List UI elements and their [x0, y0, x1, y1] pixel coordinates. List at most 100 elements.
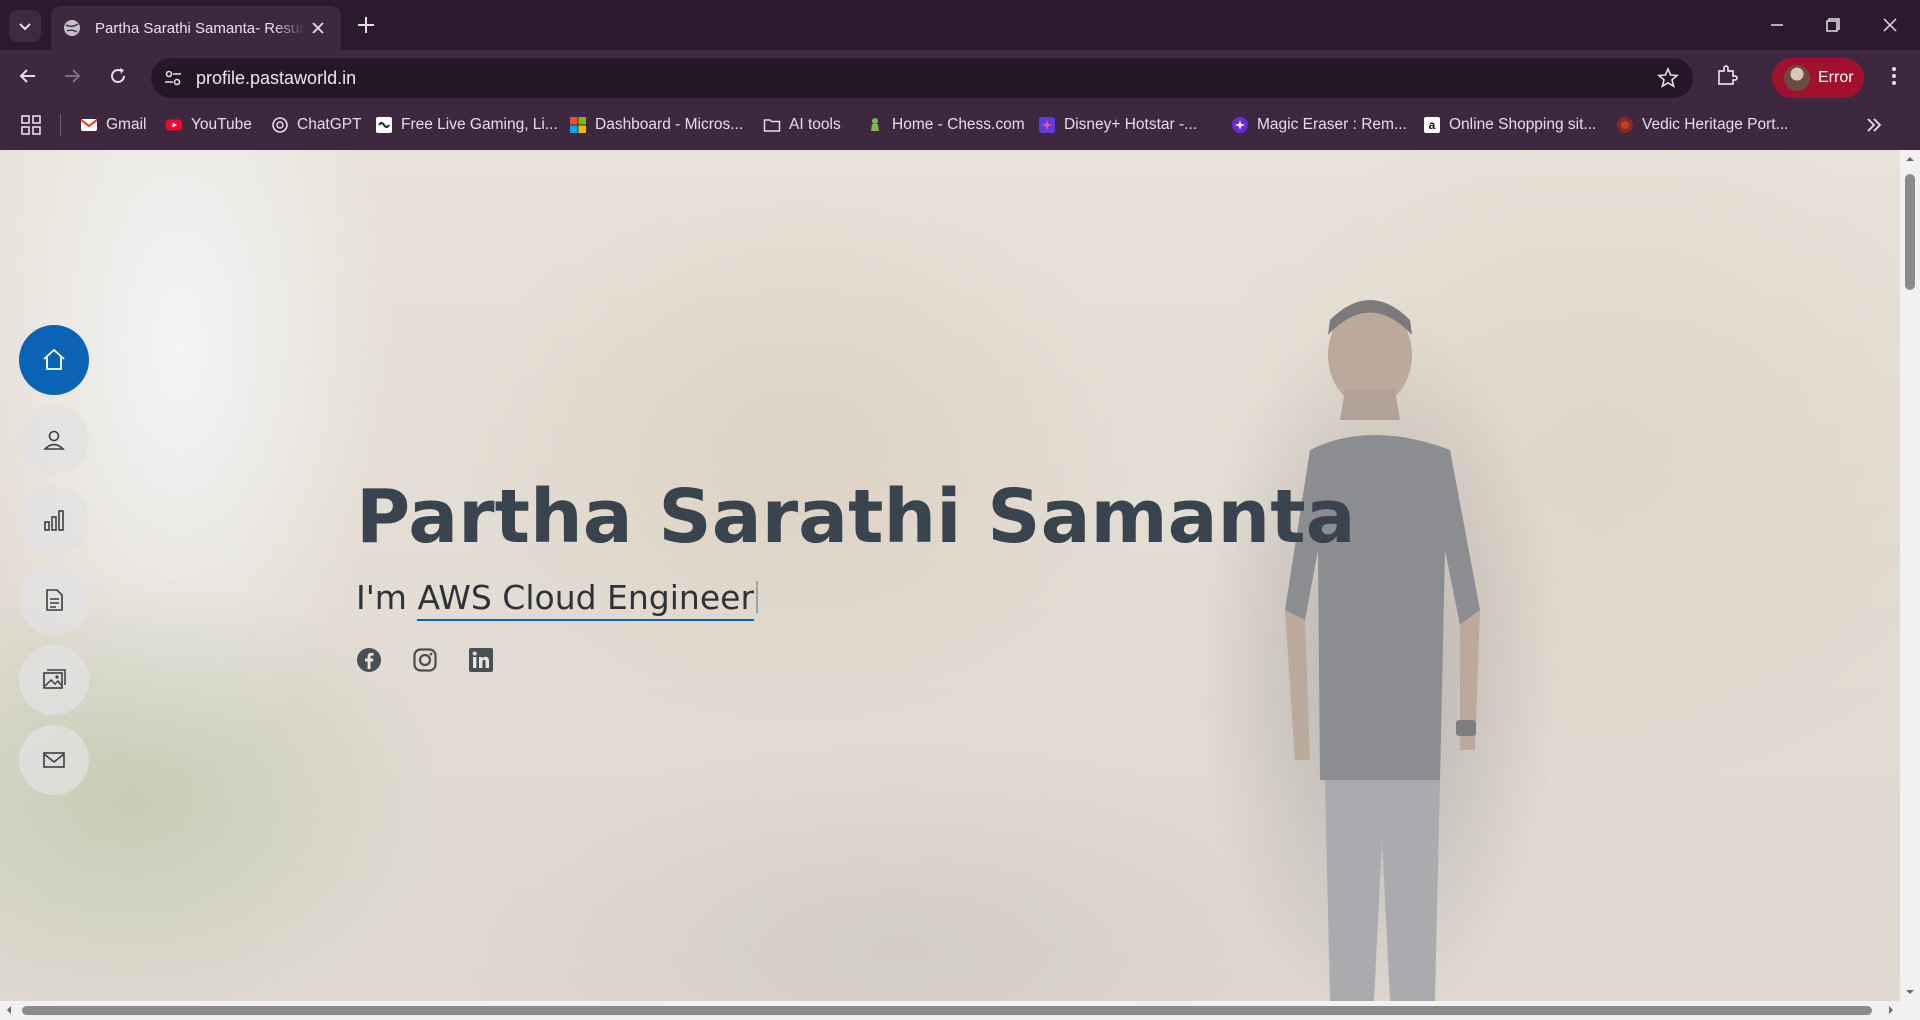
hero-name: Partha Sarathi Samanta: [356, 474, 1356, 560]
close-window-icon[interactable]: [1877, 12, 1903, 38]
chevron-double-right-icon[interactable]: [1862, 113, 1886, 137]
gallery-icon: [43, 669, 66, 689]
linkedin-icon: [469, 648, 493, 672]
social-links: [356, 647, 1356, 673]
chevron-down-icon: [19, 23, 31, 31]
scroll-right-arrow-icon[interactable]: [1886, 1005, 1896, 1015]
instagram-link[interactable]: [412, 647, 438, 673]
address-bar[interactable]: profile.pastaworld.in: [151, 58, 1693, 98]
bookmark-label: Home - Chess.com: [892, 116, 1025, 133]
microsoft-icon: [570, 117, 586, 133]
bookmark-label: ChatGPT: [297, 116, 362, 133]
browser-toolbar: profile.pastaworld.in Error: [0, 50, 1920, 100]
tab-title: Partha Sarathi Samanta- Resume: [95, 19, 305, 37]
forward-button[interactable]: [58, 62, 86, 90]
hotstar-icon: [1039, 117, 1055, 133]
side-navigation: [19, 325, 89, 805]
linkedin-link[interactable]: [468, 647, 494, 673]
bookmark-label: Gmail: [106, 116, 147, 133]
instagram-icon: [413, 648, 437, 672]
chess-icon: [871, 118, 879, 131]
nav-contact-button[interactable]: [19, 725, 89, 795]
bookmark-magic-eraser[interactable]: Magic Eraser : Rem...: [1231, 112, 1407, 138]
bookmark-hotstar[interactable]: Disney+ Hotstar -...: [1038, 112, 1197, 138]
bookmarks-bar: Gmail YouTube ChatGPT Free Live Gaming, …: [0, 100, 1920, 150]
back-arrow-icon: [19, 69, 35, 83]
hero-typed-role: AWS Cloud Engineer: [417, 578, 755, 621]
nav-home-button[interactable]: [19, 325, 89, 395]
chatgpt-icon: [272, 117, 288, 133]
svg-text:a: a: [1429, 118, 1436, 132]
bookmark-youtube[interactable]: YouTube: [165, 112, 252, 138]
folder-icon: [763, 119, 781, 132]
bookmark-label: Disney+ Hotstar -...: [1064, 116, 1198, 133]
restore-icon[interactable]: [1820, 12, 1846, 38]
bookmark-chatgpt[interactable]: ChatGPT: [271, 112, 362, 138]
active-tab[interactable]: Partha Sarathi Samanta- Resume: [51, 6, 341, 50]
bookmark-folder-ai-tools[interactable]: AI tools: [763, 112, 841, 138]
horizontal-scrollbar-thumb[interactable]: [22, 1006, 1872, 1015]
bookmark-label: Magic Eraser : Rem...: [1257, 116, 1407, 133]
back-button[interactable]: [14, 62, 42, 90]
gmail-icon: [80, 119, 98, 131]
scroll-down-arrow-icon[interactable]: [1905, 987, 1915, 997]
site-info-icon[interactable]: [161, 66, 185, 90]
bookmark-label: AI tools: [789, 116, 841, 133]
bookmark-label: Free Live Gaming, Li...: [401, 116, 558, 133]
gaming-icon: [376, 117, 392, 133]
avatar: [1784, 65, 1810, 91]
vedic-icon: [1617, 117, 1633, 133]
hero-section: Partha Sarathi Samanta I'm AWS Cloud Eng…: [356, 480, 1356, 673]
extensions-icon[interactable]: [1713, 62, 1741, 90]
bookmark-label: Online Shopping sit...: [1449, 116, 1597, 133]
document-icon: [46, 589, 63, 611]
bookmark-amazon[interactable]: a Online Shopping sit...: [1423, 112, 1596, 138]
bookmarks-divider: [60, 114, 61, 136]
close-icon[interactable]: [309, 19, 327, 37]
nav-skills-button[interactable]: [19, 485, 89, 555]
scroll-left-arrow-icon[interactable]: [4, 1005, 14, 1015]
forward-arrow-icon: [65, 69, 81, 83]
bookmark-gmail[interactable]: Gmail: [80, 112, 146, 138]
bookmark-label: Dashboard - Micros...: [595, 116, 744, 133]
chart-icon: [44, 510, 64, 531]
amazon-icon: a: [1424, 117, 1440, 133]
hero-subtitle: I'm AWS Cloud Engineer: [356, 578, 1356, 621]
kebab-menu-icon[interactable]: [1880, 62, 1908, 90]
minimize-icon[interactable]: [1764, 12, 1790, 38]
new-tab-icon[interactable]: [355, 14, 377, 36]
bookmark-star-icon[interactable]: [1657, 67, 1679, 89]
bookmark-label: Vedic Heritage Port...: [1642, 116, 1789, 133]
apps-grid-icon[interactable]: [20, 114, 42, 136]
bookmark-label: YouTube: [191, 116, 252, 133]
url-text[interactable]: profile.pastaworld.in: [196, 68, 356, 89]
bookmark-vedic[interactable]: Vedic Heritage Port...: [1616, 112, 1788, 138]
facebook-link[interactable]: [356, 647, 382, 673]
profile-status: Error: [1818, 69, 1854, 86]
nav-resume-button[interactable]: [19, 565, 89, 635]
home-icon: [43, 348, 65, 370]
bookmark-chess[interactable]: Home - Chess.com: [866, 112, 1025, 138]
person-icon: [43, 430, 65, 450]
hero-prefix: I'm: [356, 578, 407, 617]
typing-caret: [756, 581, 759, 613]
bookmark-dashboard[interactable]: Dashboard - Micros...: [569, 112, 743, 138]
facebook-icon: [357, 648, 381, 672]
nav-portfolio-button[interactable]: [19, 645, 89, 715]
nav-about-button[interactable]: [19, 405, 89, 475]
globe-icon: [64, 20, 80, 36]
vertical-scrollbar[interactable]: [1900, 150, 1920, 1001]
tab-strip: Partha Sarathi Samanta- Resume: [0, 0, 1920, 50]
youtube-icon: [166, 119, 182, 131]
scroll-up-arrow-icon[interactable]: [1905, 154, 1915, 164]
reload-button[interactable]: [104, 62, 132, 90]
profile-button[interactable]: Error: [1772, 58, 1864, 98]
magic-eraser-icon: [1232, 117, 1248, 133]
vertical-scrollbar-thumb[interactable]: [1905, 174, 1915, 290]
horizontal-scrollbar[interactable]: [0, 1001, 1920, 1020]
tab-search-button[interactable]: [9, 10, 41, 42]
reload-icon: [111, 68, 125, 83]
mail-icon: [43, 752, 65, 768]
bookmark-gaming[interactable]: Free Live Gaming, Li...: [375, 112, 558, 138]
page-viewport: Partha Sarathi Samanta I'm AWS Cloud Eng…: [0, 150, 1900, 1001]
